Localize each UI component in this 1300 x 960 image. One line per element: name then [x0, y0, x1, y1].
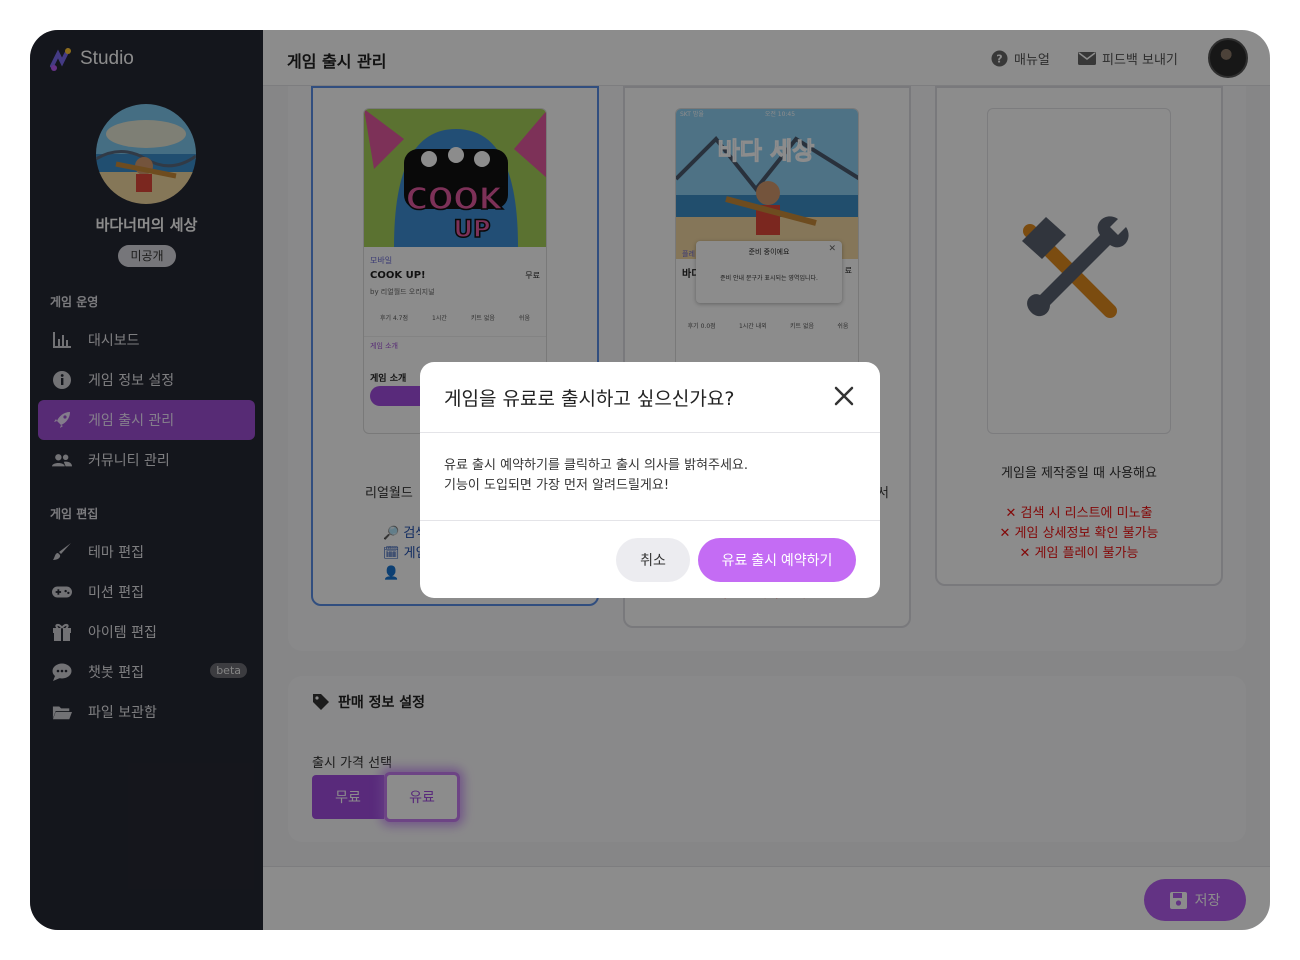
cancel-button[interactable]: 취소: [616, 538, 690, 582]
modal-body-line: 유료 출시 예약하기를 클릭하고 출시 의사를 밝혀주세요.: [444, 458, 749, 473]
modal-title: 게임을 유료로 출시하고 싶으신가요?: [444, 388, 735, 410]
modal-body-line: 기능이 도입되면 가장 먼저 알려드릴게요!: [444, 478, 670, 493]
reserve-paid-release-button[interactable]: 유료 출시 예약하기: [698, 538, 856, 582]
modal-body: 유료 출시 예약하기를 클릭하고 출시 의사를 밝혀주세요. 기능이 도입되면 …: [444, 456, 748, 496]
close-icon[interactable]: [832, 384, 856, 408]
divider: [420, 432, 880, 433]
app-window: Studio 바다너머의 세상 미공개 게임 운영 대시보드 게임 정보 설정 …: [30, 30, 1270, 930]
divider: [420, 520, 880, 521]
paid-release-modal: 게임을 유료로 출시하고 싶으신가요? 유료 출시 예약하기를 클릭하고 출시 …: [420, 362, 880, 598]
